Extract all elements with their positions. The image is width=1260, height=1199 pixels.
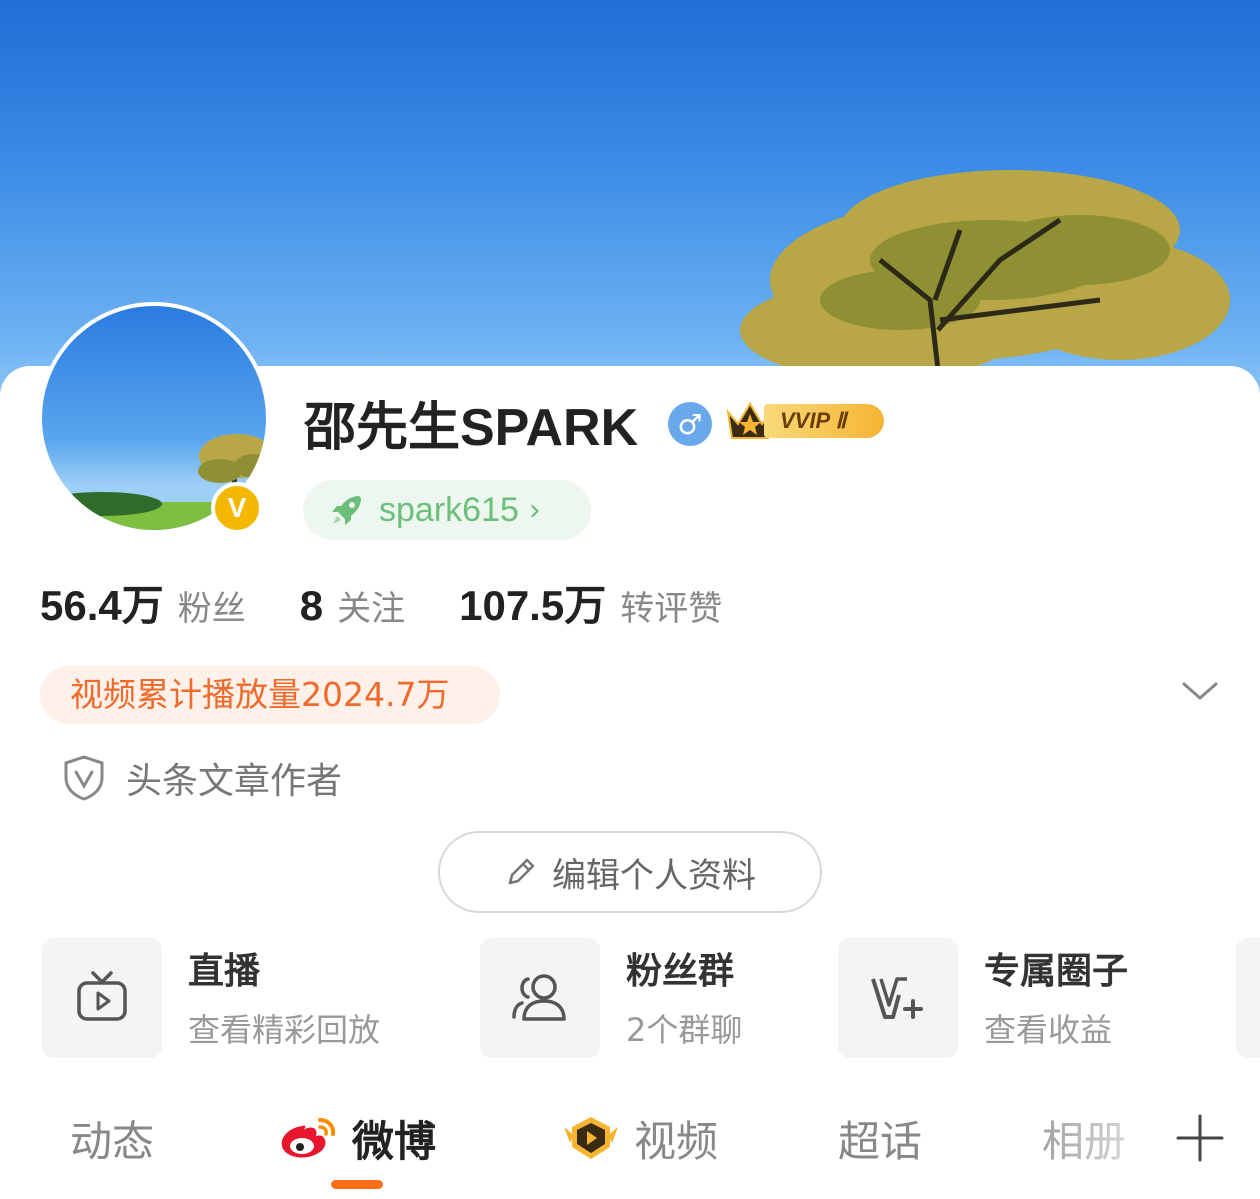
tab-dynamics[interactable]: 动态 [70, 1106, 154, 1170]
stat-value: 8 [299, 582, 324, 629]
stat-value: 56.4万 [40, 582, 164, 629]
chevron-right-icon: › [528, 492, 541, 528]
group-icon [512, 974, 566, 1021]
chevron-down-icon[interactable] [1180, 676, 1220, 706]
active-tab-indicator [331, 1180, 383, 1189]
tab-label: 相册 [1042, 1116, 1127, 1166]
feature-title: 粉丝群 [626, 951, 735, 992]
video-badge-icon [564, 1117, 618, 1159]
rocket-icon [332, 496, 361, 525]
tab-label: 超话 [838, 1116, 923, 1166]
edit-profile-label: 编辑个人资料 [552, 855, 756, 896]
add-tab-icon[interactable] [1176, 1114, 1224, 1162]
feature-exclusive-circle[interactable]: 专属圈子 查看收益 [838, 938, 1128, 1058]
handle-pill[interactable]: spark615 › [303, 480, 591, 540]
tab-label: 视频 [634, 1116, 719, 1166]
video-plays-badge[interactable]: 视频累计播放量2024.7万 [40, 666, 500, 724]
vip-label: VVIP Ⅱ [764, 404, 884, 438]
stat-following[interactable]: 8 关注 [300, 581, 405, 630]
feature-subtitle: 2个群聊 [626, 1011, 743, 1049]
stat-interactions[interactable]: 107.5万 转评赞 [459, 572, 722, 633]
feature-fan-group[interactable]: 粉丝群 2个群聊 [480, 938, 742, 1058]
feature-title: 专属圈子 [984, 951, 1129, 992]
profile-tabs: 动态 微博 视频 超话 相册 [0, 1100, 1260, 1199]
stat-value: 107.5万 [459, 582, 607, 629]
stat-followers[interactable]: 56.4万 粉丝 [40, 572, 246, 633]
tab-label: 微博 [352, 1116, 437, 1166]
stats-row: 56.4万 粉丝 8 关注 107.5万 转评赞 [40, 572, 776, 634]
profile-name: 邵先生SPARK [304, 399, 639, 457]
tab-super-topic[interactable]: 超话 [838, 1106, 922, 1170]
certification-row[interactable]: 头条文章作者 [62, 752, 342, 804]
tab-video[interactable]: 视频 [560, 1106, 718, 1170]
feature-subtitle: 查看精彩回放 [188, 1011, 381, 1049]
stat-label: 关注 [337, 589, 406, 629]
vip-badge[interactable]: VVIP Ⅱ [724, 398, 888, 444]
shield-v-icon [64, 755, 104, 801]
stat-label: 转评赞 [620, 589, 723, 629]
tab-label: 动态 [70, 1116, 155, 1166]
stat-label: 粉丝 [177, 589, 246, 629]
feature-subtitle: 查看收益 [984, 1011, 1113, 1049]
certification-text: 头条文章作者 [126, 761, 343, 802]
edit-profile-button[interactable]: 编辑个人资料 [438, 831, 822, 913]
male-gender-icon: ♂ [668, 402, 712, 446]
feature-icon-box [480, 938, 600, 1058]
feature-icon-box [42, 938, 162, 1058]
v-plus-icon [871, 977, 923, 1019]
feature-icon-box [838, 938, 958, 1058]
tv-play-icon [77, 971, 127, 1021]
tab-weibo[interactable]: 微博 [278, 1106, 436, 1170]
feature-next-partial[interactable] [1236, 938, 1260, 1058]
feature-live[interactable]: 直播 查看精彩回放 [42, 938, 380, 1058]
weibo-logo-icon [281, 1118, 336, 1158]
tab-album[interactable]: 相册 [1042, 1106, 1126, 1170]
verified-badge-icon: V [211, 482, 263, 534]
feature-title: 直播 [188, 951, 261, 992]
pencil-icon [508, 858, 535, 885]
handle-text: spark615 [379, 490, 519, 529]
